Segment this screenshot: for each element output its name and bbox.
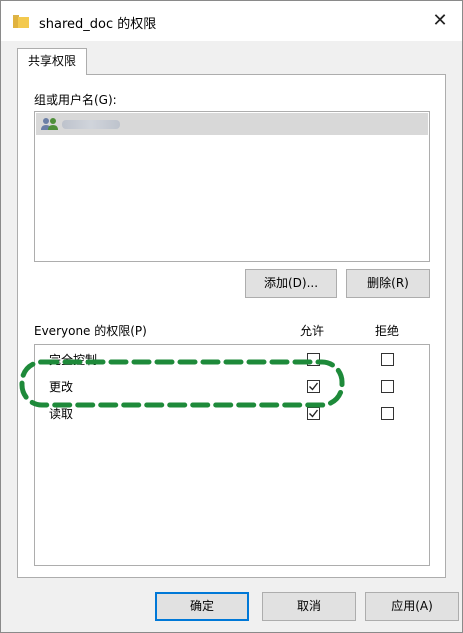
permission-name-full-control: 完全控制 [49,353,98,367]
allow-checkbox-read[interactable] [307,407,320,420]
deny-checkbox-read[interactable] [381,407,394,420]
group-user-label: 组或用户名(G): [34,93,117,107]
add-button[interactable]: 添加(D)... [245,269,337,298]
group-user-list[interactable] [34,111,430,262]
close-button[interactable]: ✕ [418,1,462,41]
permissions-dialog: shared_doc 的权限 ✕ 共享权限 组或用户名(G): 添加(D)...… [0,0,463,633]
tab-panel: 组或用户名(G): 添加(D)... 删除(R) Everyone 的权限(P)… [17,74,446,578]
list-item[interactable] [36,113,428,135]
check-icon [309,382,319,391]
allow-checkbox-full-control[interactable] [307,353,320,366]
folder-icon [13,15,29,28]
ok-button[interactable]: 确定 [155,592,249,621]
title-bar: shared_doc 的权限 ✕ [1,1,462,41]
permission-name-change: 更改 [49,380,74,394]
tab-share-permissions[interactable]: 共享权限 [17,48,87,75]
apply-button[interactable]: 应用(A) [365,592,459,621]
permissions-list: 完全控制 更改 读取 [34,344,430,566]
deny-checkbox-full-control[interactable] [381,353,394,366]
permission-name-read: 读取 [49,407,74,421]
redacted-user-name [62,120,120,129]
window-title: shared_doc 的权限 [39,17,157,32]
deny-checkbox-change[interactable] [381,380,394,393]
cancel-button[interactable]: 取消 [262,592,356,621]
permissions-label: Everyone 的权限(P) [34,324,147,338]
deny-column-header: 拒绝 [375,324,400,338]
users-icon [41,118,58,130]
close-icon: ✕ [432,10,448,31]
allow-column-header: 允许 [300,324,325,338]
allow-checkbox-change[interactable] [307,380,320,393]
check-icon [309,409,319,418]
remove-button[interactable]: 删除(R) [346,269,430,298]
